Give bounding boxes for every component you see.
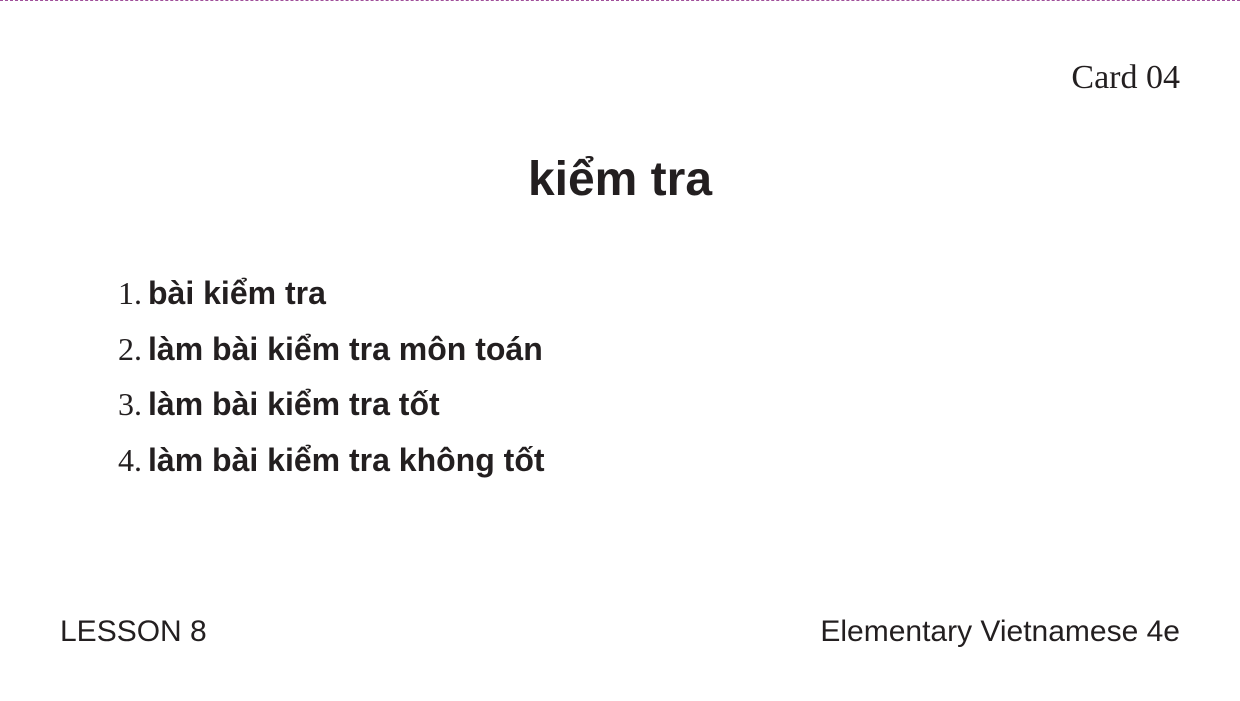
example-item: 1. bài kiểm tra: [118, 266, 545, 322]
example-item: 3. làm bài kiểm tra tốt: [118, 377, 545, 433]
lesson-label: LESSON 8: [60, 615, 207, 648]
example-phrase: làm bài kiểm tra môn toán: [148, 330, 543, 367]
example-number: 1.: [118, 275, 142, 311]
example-phrase: làm bài kiểm tra không tốt: [148, 441, 545, 478]
example-phrase: bài kiểm tra: [148, 275, 326, 311]
card-number: Card 04: [1071, 59, 1180, 96]
example-phrase: làm bài kiểm tra tốt: [148, 386, 440, 422]
book-title: Elementary Vietnamese 4e: [820, 615, 1180, 648]
example-number: 2.: [118, 330, 142, 367]
example-number: 4.: [118, 441, 142, 478]
example-list: 1. bài kiểm tra 2. làm bài kiểm tra môn to…: [118, 266, 545, 488]
card-cut-line: [0, 0, 1240, 1]
example-item: 4. làm bài kiểm tra không tốt: [118, 433, 545, 489]
example-item: 2. làm bài kiểm tra môn toán: [118, 322, 545, 378]
example-number: 3.: [118, 386, 142, 422]
headword: kiểm tra: [527, 153, 713, 206]
